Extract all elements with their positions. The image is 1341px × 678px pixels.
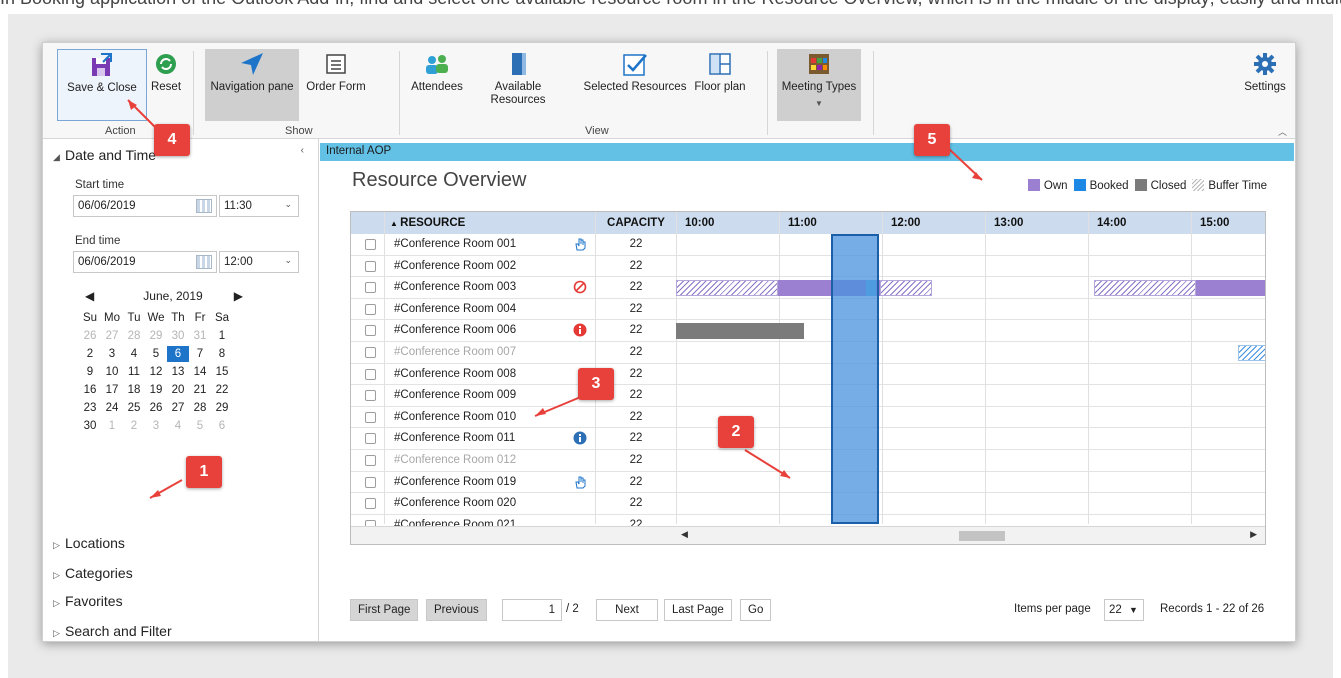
callout-5: 5 xyxy=(914,124,950,156)
callout-arrows xyxy=(127,99,983,499)
callout-4: 4 xyxy=(154,124,190,156)
arrowhead xyxy=(150,490,161,498)
callout-2: 2 xyxy=(718,416,754,448)
arrowhead xyxy=(535,408,546,416)
arrowhead xyxy=(780,470,790,478)
callout-3: 3 xyxy=(578,368,614,400)
callout-1: 1 xyxy=(186,456,222,488)
